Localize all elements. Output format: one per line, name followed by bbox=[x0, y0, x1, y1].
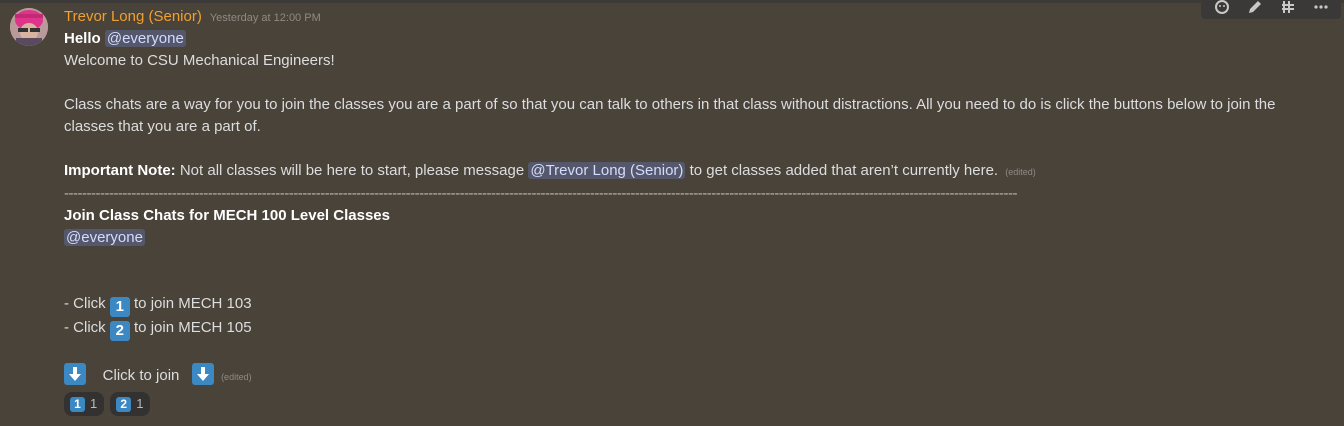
keycap-two-icon: 2 bbox=[116, 396, 132, 412]
divider-line: ----------------------------------------… bbox=[64, 185, 1017, 202]
section-everyone-mention[interactable]: @everyone bbox=[64, 229, 145, 246]
greeting-line: Hello @everyone bbox=[64, 28, 1324, 50]
reaction-two[interactable]: 2 1 bbox=[110, 392, 151, 416]
list-item: - Click 1 to join MECH 103 bbox=[64, 293, 1324, 317]
author-name[interactable]: Trevor Long (Senior) bbox=[64, 6, 202, 28]
keycap-one-icon: 1 bbox=[109, 297, 130, 317]
reaction-count: 1 bbox=[136, 396, 144, 411]
important-text-1: Not all classes will be here to start, p… bbox=[179, 162, 525, 179]
item-suffix: to join MECH 103 bbox=[134, 295, 252, 312]
section-title-line: Join Class Chats for MECH 100 Level Clas… bbox=[64, 205, 1324, 227]
reaction-one[interactable]: 1 1 bbox=[64, 392, 105, 416]
down-arrow-icon bbox=[191, 363, 214, 385]
keycap-two-icon: 2 bbox=[109, 321, 130, 341]
timestamp: Yesterday at 12:00 PM bbox=[209, 12, 321, 24]
message-toolbar bbox=[1201, 0, 1341, 19]
section-mention-line: @everyone bbox=[64, 227, 1324, 249]
list-item: - Click 2 to join MECH 105 bbox=[64, 317, 1324, 341]
author-mention[interactable]: @Trevor Long (Senior) bbox=[528, 162, 686, 179]
important-text-2: to get classes added that aren’t current… bbox=[689, 162, 999, 179]
add-reaction-icon[interactable] bbox=[1211, 0, 1233, 18]
greeting-text: Hello bbox=[64, 30, 101, 47]
more-icon[interactable] bbox=[1310, 0, 1332, 18]
item-suffix: to join MECH 105 bbox=[134, 319, 252, 336]
keycap-one-icon: 1 bbox=[70, 396, 85, 412]
reaction-count: 1 bbox=[90, 396, 98, 411]
edited-label: (edited) bbox=[1005, 167, 1036, 177]
important-note-line: Important Note: Not all classes will be … bbox=[64, 160, 1324, 183]
message-header: Trevor Long (Senior) Yesterday at 12:00 … bbox=[64, 6, 1324, 28]
avatar[interactable] bbox=[10, 8, 48, 46]
important-label: Important Note: bbox=[64, 162, 176, 179]
click-to-join-line: Click to join (edited) bbox=[64, 363, 1324, 388]
reactions-bar: 1 1 2 1 bbox=[64, 392, 1324, 416]
item-prefix: - Click bbox=[64, 319, 106, 336]
click-to-join-text: Click to join bbox=[102, 367, 180, 384]
edited-label: (edited) bbox=[221, 372, 252, 382]
everyone-mention[interactable]: @everyone bbox=[104, 30, 186, 47]
message-content: Trevor Long (Senior) Yesterday at 12:00 … bbox=[64, 6, 1324, 416]
thread-icon[interactable] bbox=[1277, 0, 1299, 18]
edit-icon[interactable] bbox=[1244, 0, 1266, 18]
section-title: Join Class Chats for MECH 100 Level Clas… bbox=[64, 207, 390, 224]
item-prefix: - Click bbox=[64, 295, 106, 312]
down-arrow-icon bbox=[64, 363, 86, 385]
welcome-text: Welcome to CSU Mechanical Engineers! bbox=[64, 52, 335, 69]
class-chats-text: Class chats are a way for you to join th… bbox=[64, 96, 1276, 135]
chat-message: Trevor Long (Senior) Yesterday at 12:00 … bbox=[0, 0, 1344, 426]
